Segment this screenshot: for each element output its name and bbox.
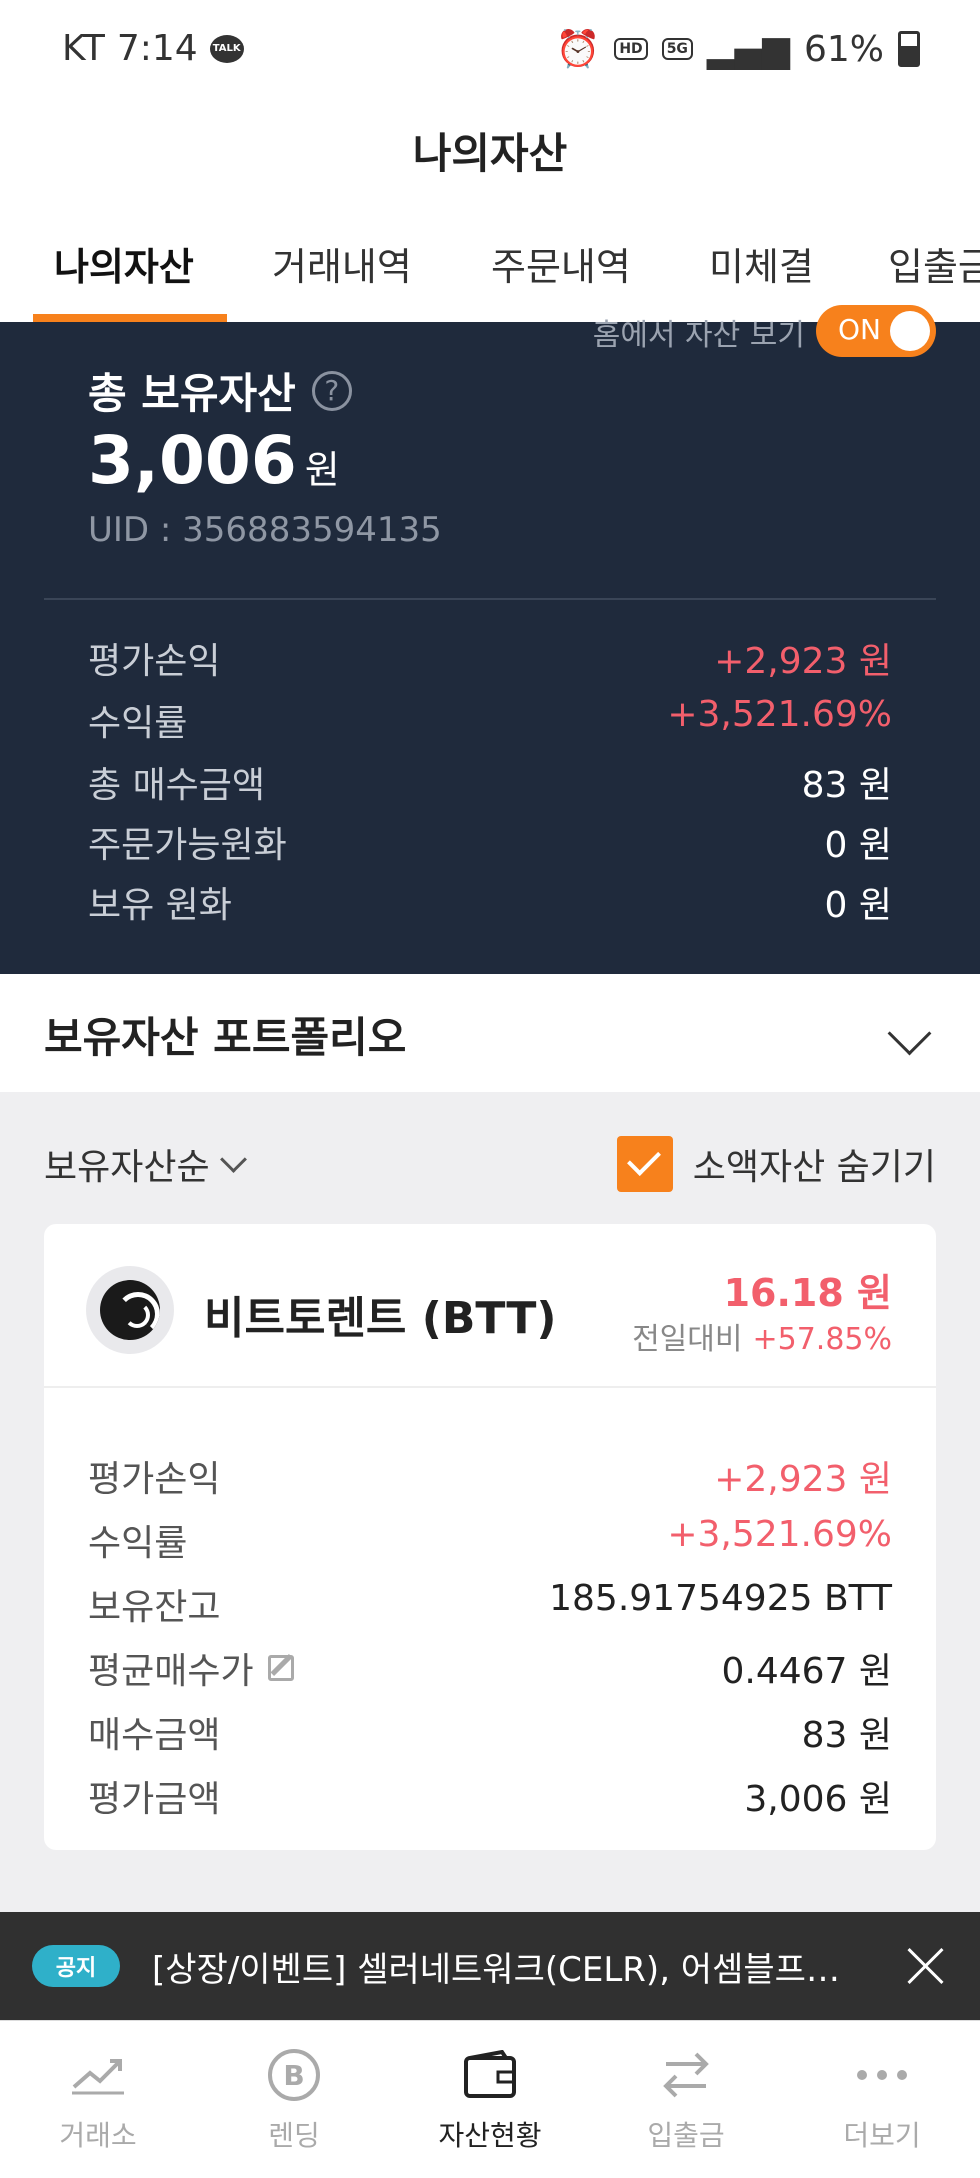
summary-row-value: 0 원 (824, 885, 892, 926)
summary-row-label: 주문가능원화 (88, 825, 287, 866)
more-dots-icon (784, 2040, 980, 2110)
network-5g-icon: 5G (661, 38, 693, 60)
asset-row-label: 수익률 (88, 1523, 188, 1564)
battery-percent: 61% (803, 28, 884, 70)
clock: 7:14 (116, 28, 198, 69)
signal-icon: ▂▄▆ (706, 28, 790, 70)
summary-divider (44, 598, 936, 600)
portfolio-title: 보유자산 포트폴리오 (44, 1013, 407, 1062)
summary-row-value: +2,923 원 (714, 641, 892, 682)
summary-row-pnl: 평가손익 +2,923 원 (88, 632, 892, 684)
tab-unfilled[interactable]: 미체결 (709, 236, 814, 291)
sort-label: 보유자산순 (44, 1147, 210, 1188)
asset-row-value: +2,923 원 (714, 1459, 892, 1500)
tab-deposit-withdraw[interactable]: 입출금 (888, 236, 980, 291)
nav-label: 거래소 (59, 2119, 137, 2152)
daily-change-value: +57.85% (752, 1322, 892, 1357)
toggle-knob (890, 311, 930, 351)
card-divider (44, 1386, 936, 1388)
asset-row-value: 3,006 원 (744, 1779, 892, 1820)
nav-label: 입출금 (647, 2119, 725, 2152)
home-asset-toggle[interactable]: ON (816, 305, 936, 357)
nav-lending[interactable]: B 렌딩 (196, 2040, 392, 2154)
battery-icon (898, 31, 920, 67)
asset-daily-change: 전일대비 +57.85% (632, 1314, 892, 1358)
summary-row-label: 평가손익 (88, 641, 221, 682)
asset-row-label: 평균매수가 (88, 1651, 254, 1692)
asset-row-balance: 보유잔고 185.91754925 BTT (88, 1578, 892, 1630)
summary-row-return: 수익률 +3,521.69% (88, 694, 892, 746)
summary-row-value: 83 원 (801, 765, 892, 806)
edit-icon[interactable] (267, 1655, 294, 1681)
asset-row-pnl: 평가손익 +2,923 원 (88, 1450, 892, 1502)
nav-exchange[interactable]: 거래소 (0, 2040, 196, 2154)
bitcoin-coin-icon: B (196, 2040, 392, 2110)
asset-row-value: 0.4467 원 (721, 1651, 892, 1692)
asset-row-label: 매수금액 (88, 1715, 221, 1756)
nav-deposit-withdraw[interactable]: 입출금 (588, 2040, 784, 2154)
nav-label: 자산현황 (438, 2119, 542, 2152)
nav-assets[interactable]: 자산현황 (392, 2040, 588, 2154)
status-left: KT 7:14 TALK (62, 28, 244, 69)
toggle-state-label: ON (838, 313, 881, 346)
hide-small-assets-control[interactable]: 소액자산 숨기기 (616, 1136, 936, 1192)
asset-row-value: 83 원 (801, 1715, 892, 1756)
kakaotalk-icon: TALK (209, 34, 244, 63)
summary-row-orderable-krw: 주문가능원화 0 원 (88, 816, 892, 868)
hd-icon: HD (614, 38, 648, 60)
sort-dropdown[interactable]: 보유자산순 (44, 1138, 247, 1190)
asset-row-value: 185.91754925 BTT (549, 1578, 892, 1619)
alarm-icon: ⏰ (555, 29, 601, 70)
help-icon[interactable]: ? (311, 370, 352, 411)
page-title: 나의자산 (412, 129, 568, 178)
hide-small-assets-label: 소액자산 숨기기 (692, 1147, 936, 1188)
summary-row-value: 0 원 (824, 825, 892, 866)
daily-change-label: 전일대비 (632, 1322, 743, 1357)
asset-row-value: +3,521.69% (667, 1514, 892, 1555)
active-tab-indicator (33, 314, 227, 322)
nav-label: 더보기 (843, 2119, 921, 2152)
tab-trade-history[interactable]: 거래내역 (272, 236, 412, 291)
total-assets-amount: 3,006 (88, 422, 297, 499)
home-asset-toggle-label: 홈에서 자산 보기 (592, 318, 805, 353)
tab-my-assets[interactable]: 나의자산 (54, 236, 194, 291)
tab-order-history[interactable]: 주문내역 (491, 236, 631, 291)
svg-text:B: B (283, 2059, 304, 2092)
wallet-icon (392, 2040, 588, 2110)
asset-price: 16.18 원 (723, 1271, 892, 1315)
total-assets-label: 총 보유자산 ? (88, 360, 352, 421)
notice-text[interactable]: [상장/이벤트] 셀러네트워크(CELR), 어셈블프로토… (152, 1942, 852, 1991)
chevron-down-icon (219, 1145, 247, 1173)
asset-row-eval-amount: 평가금액 3,006 원 (88, 1770, 892, 1822)
asset-row-label: 보유잔고 (88, 1587, 221, 1628)
transfer-arrows-icon (588, 2040, 784, 2110)
summary-row-held-krw: 보유 원화 0 원 (88, 876, 892, 928)
summary-row-total-buy: 총 매수금액 83 원 (88, 756, 892, 808)
asset-row-label: 평가손익 (88, 1459, 221, 1500)
summary-row-label: 수익률 (88, 703, 188, 744)
asset-row-buy-amount: 매수금액 83 원 (88, 1706, 892, 1758)
close-icon[interactable] (906, 1946, 946, 1986)
chart-trend-icon (0, 2040, 196, 2110)
summary-row-value: +3,521.69% (667, 694, 892, 735)
summary-row-label: 총 매수금액 (88, 765, 266, 806)
notice-badge: 공지 (32, 1945, 120, 1987)
asset-row-label-wrap: 평균매수가 (88, 1642, 294, 1694)
total-assets-value: 3,006 원 (88, 422, 340, 499)
status-right: ⏰ HD 5G ▂▄▆ 61% (556, 28, 920, 70)
nav-label: 렌딩 (268, 2119, 320, 2152)
user-uid: UID : 356883594135 (88, 510, 442, 550)
asset-row-return: 수익률 +3,521.69% (88, 1514, 892, 1566)
asset-row-avg-price: 평균매수가 0.4467 원 (88, 1642, 892, 1694)
hide-small-assets-checkbox[interactable] (616, 1136, 673, 1192)
bittorrent-logo-icon (86, 1266, 174, 1354)
currency-unit: 원 (304, 448, 340, 492)
summary-row-label: 보유 원화 (88, 885, 232, 926)
nav-more[interactable]: 더보기 (784, 2040, 980, 2154)
asset-name: 비트토렌트 (BTT) (204, 1293, 557, 1344)
asset-row-label: 평가금액 (88, 1779, 221, 1820)
total-assets-title: 총 보유자산 (88, 369, 296, 418)
carrier-label: KT (62, 28, 105, 69)
